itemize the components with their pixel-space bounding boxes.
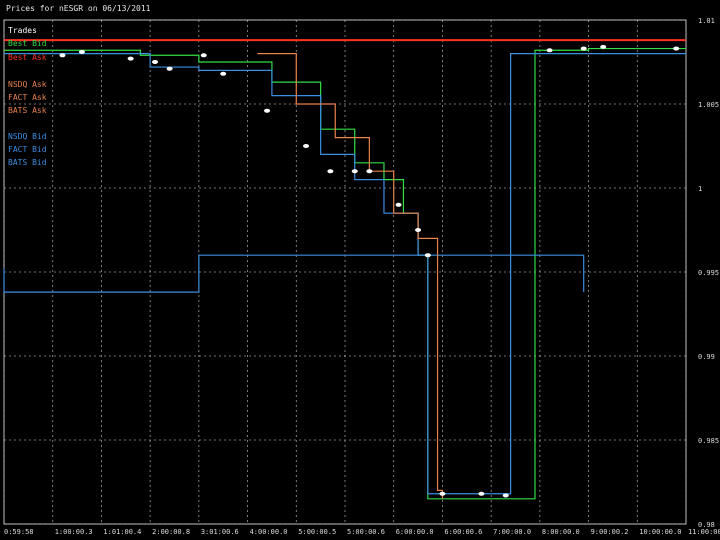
- x-tick-label: 4:00:00.0: [250, 528, 288, 536]
- x-tick-label: 8:00:00.0: [542, 528, 580, 536]
- y-tick-label: 0.995: [698, 269, 719, 277]
- chart-background: [0, 0, 720, 540]
- x-tick-label: 5:00:00.6: [347, 528, 385, 536]
- y-tick-label: 0.98: [698, 521, 715, 529]
- trade-point: [166, 66, 173, 71]
- trade-point: [395, 202, 402, 207]
- trade-point: [152, 60, 159, 64]
- trade-point: [600, 44, 607, 49]
- legend-entry: NSDQ Ask: [8, 80, 47, 89]
- legend-entry: Trades: [8, 26, 37, 35]
- trade-point: [439, 491, 446, 496]
- x-tick-label: 11:00:00.0: [688, 528, 720, 536]
- trade-point: [327, 169, 334, 174]
- trade-point: [366, 169, 373, 174]
- trade-point: [264, 108, 271, 113]
- trade-point: [220, 71, 227, 76]
- legend-entry: FACT Ask: [8, 93, 47, 102]
- x-tick-label: 1:01:00.4: [103, 528, 141, 536]
- x-tick-label: 0:59:58: [4, 528, 34, 536]
- x-tick-label: 7:00:00.0: [493, 528, 531, 536]
- x-tick-label: 6:00:00.0: [396, 528, 434, 536]
- legend-entry: Best Ask: [8, 53, 47, 62]
- legend-entry: BATS Ask: [8, 106, 47, 115]
- y-tick-label: 1.005: [698, 101, 719, 109]
- x-tick-label: 9:00:00.2: [591, 528, 629, 536]
- trade-point: [478, 491, 485, 496]
- legend-entry: FACT Bid: [8, 145, 47, 154]
- trade-point: [546, 48, 553, 53]
- x-tick-label: 1:00:00.3: [55, 528, 93, 536]
- legend: Trades Best Bid Best Ask NSDQ Ask FACT Ask BA…: [8, 26, 47, 167]
- y-tick-label: 1: [698, 185, 702, 193]
- chart-title: Prices for nESGR on 06/13/2011: [6, 4, 151, 13]
- legend-entry: BATS Bid: [8, 158, 47, 167]
- trade-point: [303, 144, 310, 148]
- trade-point: [673, 46, 680, 51]
- legend-entry: Best Bid: [8, 39, 47, 48]
- x-tick-label: 2:00:00.8: [152, 528, 190, 536]
- y-tick-label: 0.99: [698, 353, 715, 361]
- trade-point: [502, 493, 509, 498]
- trade-point: [580, 46, 587, 51]
- x-tick-label: 10:00:00.0: [639, 528, 681, 536]
- x-tick-label: 6:00:00.6: [444, 528, 482, 536]
- trade-point: [200, 53, 207, 58]
- legend-entry: NSDQ Bid: [8, 132, 47, 141]
- trade-point: [127, 56, 134, 61]
- trade-point: [415, 228, 422, 232]
- y-tick-label: 1.01: [698, 17, 715, 25]
- trade-point: [351, 169, 358, 174]
- price-chart: Prices for nESGR on 06/13/2011 0:59:58 1:…: [0, 0, 720, 540]
- trade-point: [424, 253, 431, 258]
- x-tick-label: 5:00:00.5: [298, 528, 336, 536]
- trade-point: [59, 53, 66, 58]
- x-tick-label: 3:01:00.6: [201, 528, 239, 536]
- y-tick-label: 0.985: [698, 437, 719, 445]
- trade-point: [78, 49, 85, 54]
